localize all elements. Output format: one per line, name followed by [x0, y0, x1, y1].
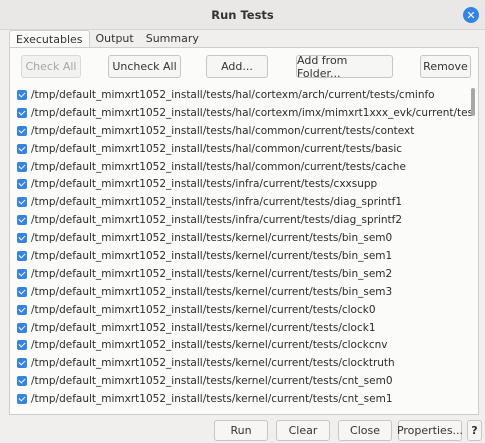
list-item: /tmp/default_mimxrt1052_install/tests/ke…	[17, 283, 472, 301]
run-button[interactable]: Run	[214, 420, 268, 441]
list-item: /tmp/default_mimxrt1052_install/tests/in…	[17, 193, 472, 211]
list-item: /tmp/default_mimxrt1052_install/tests/ha…	[17, 158, 472, 176]
list-item: /tmp/default_mimxrt1052_install/tests/in…	[17, 175, 472, 193]
help-button[interactable]: ?	[467, 420, 482, 441]
list-item: /tmp/default_mimxrt1052_install/tests/ke…	[17, 301, 472, 319]
checkbox[interactable]	[17, 89, 27, 100]
list-item: /tmp/default_mimxrt1052_install/tests/ke…	[17, 265, 472, 283]
checkbox[interactable]	[17, 304, 27, 315]
executable-path: /tmp/default_mimxrt1052_install/tests/ke…	[31, 321, 376, 334]
checkbox[interactable]	[17, 268, 27, 279]
executable-path: /tmp/default_mimxrt1052_install/tests/in…	[31, 196, 403, 209]
list-item: /tmp/default_mimxrt1052_install/tests/ha…	[17, 122, 472, 140]
checkbox[interactable]	[17, 358, 27, 369]
list-item: /tmp/default_mimxrt1052_install/tests/ke…	[17, 319, 472, 337]
window-title: Run Tests	[211, 7, 274, 22]
footer-bar: Run Clear Close Properties... ?	[0, 415, 485, 443]
tab-bar: Executables Output Summary	[9, 30, 205, 48]
executable-path: /tmp/default_mimxrt1052_install/tests/ke…	[31, 393, 393, 406]
list-item: /tmp/default_mimxrt1052_install/tests/ha…	[17, 104, 472, 122]
close-button[interactable]: Close	[338, 420, 392, 441]
clear-button[interactable]: Clear	[276, 420, 330, 441]
tab-summary[interactable]: Summary	[140, 30, 205, 48]
checkbox[interactable]	[17, 394, 27, 405]
tab-output[interactable]: Output	[90, 30, 140, 48]
checkbox[interactable]	[17, 215, 27, 226]
title-bar: Run Tests ✕	[0, 0, 485, 30]
executable-path: /tmp/default_mimxrt1052_install/tests/in…	[31, 178, 378, 191]
add-from-folder-button[interactable]: Add from Folder...	[296, 54, 393, 80]
list-item: /tmp/default_mimxrt1052_install/tests/ke…	[17, 336, 472, 354]
checkbox[interactable]	[17, 143, 27, 154]
executable-path: /tmp/default_mimxrt1052_install/tests/ke…	[31, 267, 393, 280]
check-all-button[interactable]: Check All	[21, 55, 81, 78]
executables-list[interactable]: /tmp/default_mimxrt1052_install/tests/ha…	[17, 86, 472, 411]
checkbox[interactable]	[17, 376, 27, 387]
checkbox[interactable]	[17, 107, 27, 118]
checkbox[interactable]	[17, 125, 27, 136]
list-item: /tmp/default_mimxrt1052_install/tests/ke…	[17, 247, 472, 265]
executable-path: /tmp/default_mimxrt1052_install/tests/ha…	[31, 106, 472, 119]
executable-path: /tmp/default_mimxrt1052_install/tests/ke…	[31, 249, 393, 262]
list-item: /tmp/default_mimxrt1052_install/tests/ha…	[17, 86, 472, 104]
list-item: /tmp/default_mimxrt1052_install/tests/in…	[17, 211, 472, 229]
checkbox[interactable]	[17, 250, 27, 261]
executable-path: /tmp/default_mimxrt1052_install/tests/ha…	[31, 142, 403, 155]
checkbox[interactable]	[17, 286, 27, 297]
list-item: /tmp/default_mimxrt1052_install/tests/ke…	[17, 354, 472, 372]
remove-button[interactable]: Remove	[420, 55, 471, 78]
properties-button[interactable]: Properties...	[397, 420, 463, 441]
list-item: /tmp/default_mimxrt1052_install/tests/ke…	[17, 408, 472, 412]
toolbar: Check All Uncheck All Add... Add from Fo…	[21, 54, 471, 80]
list-scrollbar[interactable]	[471, 88, 475, 116]
checkbox[interactable]	[17, 322, 27, 333]
uncheck-all-button[interactable]: Uncheck All	[108, 55, 181, 78]
executable-path: /tmp/default_mimxrt1052_install/tests/ke…	[31, 285, 393, 298]
checkbox[interactable]	[17, 233, 27, 244]
executable-path: /tmp/default_mimxrt1052_install/tests/ke…	[31, 375, 393, 388]
executable-path: /tmp/default_mimxrt1052_install/tests/ha…	[31, 160, 406, 173]
close-icon[interactable]: ✕	[463, 7, 479, 23]
list-item: /tmp/default_mimxrt1052_install/tests/ke…	[17, 372, 472, 390]
list-item: /tmp/default_mimxrt1052_install/tests/ha…	[17, 140, 472, 158]
executable-path: /tmp/default_mimxrt1052_install/tests/ha…	[31, 124, 415, 137]
checkbox[interactable]	[17, 340, 27, 351]
executable-path: /tmp/default_mimxrt1052_install/tests/ke…	[31, 303, 376, 316]
tab-executables[interactable]: Executables	[9, 30, 90, 48]
list-item: /tmp/default_mimxrt1052_install/tests/ke…	[17, 229, 472, 247]
executable-path: /tmp/default_mimxrt1052_install/tests/ke…	[31, 339, 388, 352]
checkbox[interactable]	[17, 161, 27, 172]
executable-path: /tmp/default_mimxrt1052_install/tests/ke…	[31, 232, 393, 245]
executables-panel: Check All Uncheck All Add... Add from Fo…	[9, 47, 479, 415]
executable-path: /tmp/default_mimxrt1052_install/tests/in…	[31, 214, 403, 227]
executable-path: /tmp/default_mimxrt1052_install/tests/ha…	[31, 88, 435, 101]
checkbox[interactable]	[17, 197, 27, 208]
add-button[interactable]: Add...	[206, 55, 268, 78]
list-item: /tmp/default_mimxrt1052_install/tests/ke…	[17, 390, 472, 408]
executable-path: /tmp/default_mimxrt1052_install/tests/ke…	[31, 357, 395, 370]
checkbox[interactable]	[17, 179, 27, 190]
